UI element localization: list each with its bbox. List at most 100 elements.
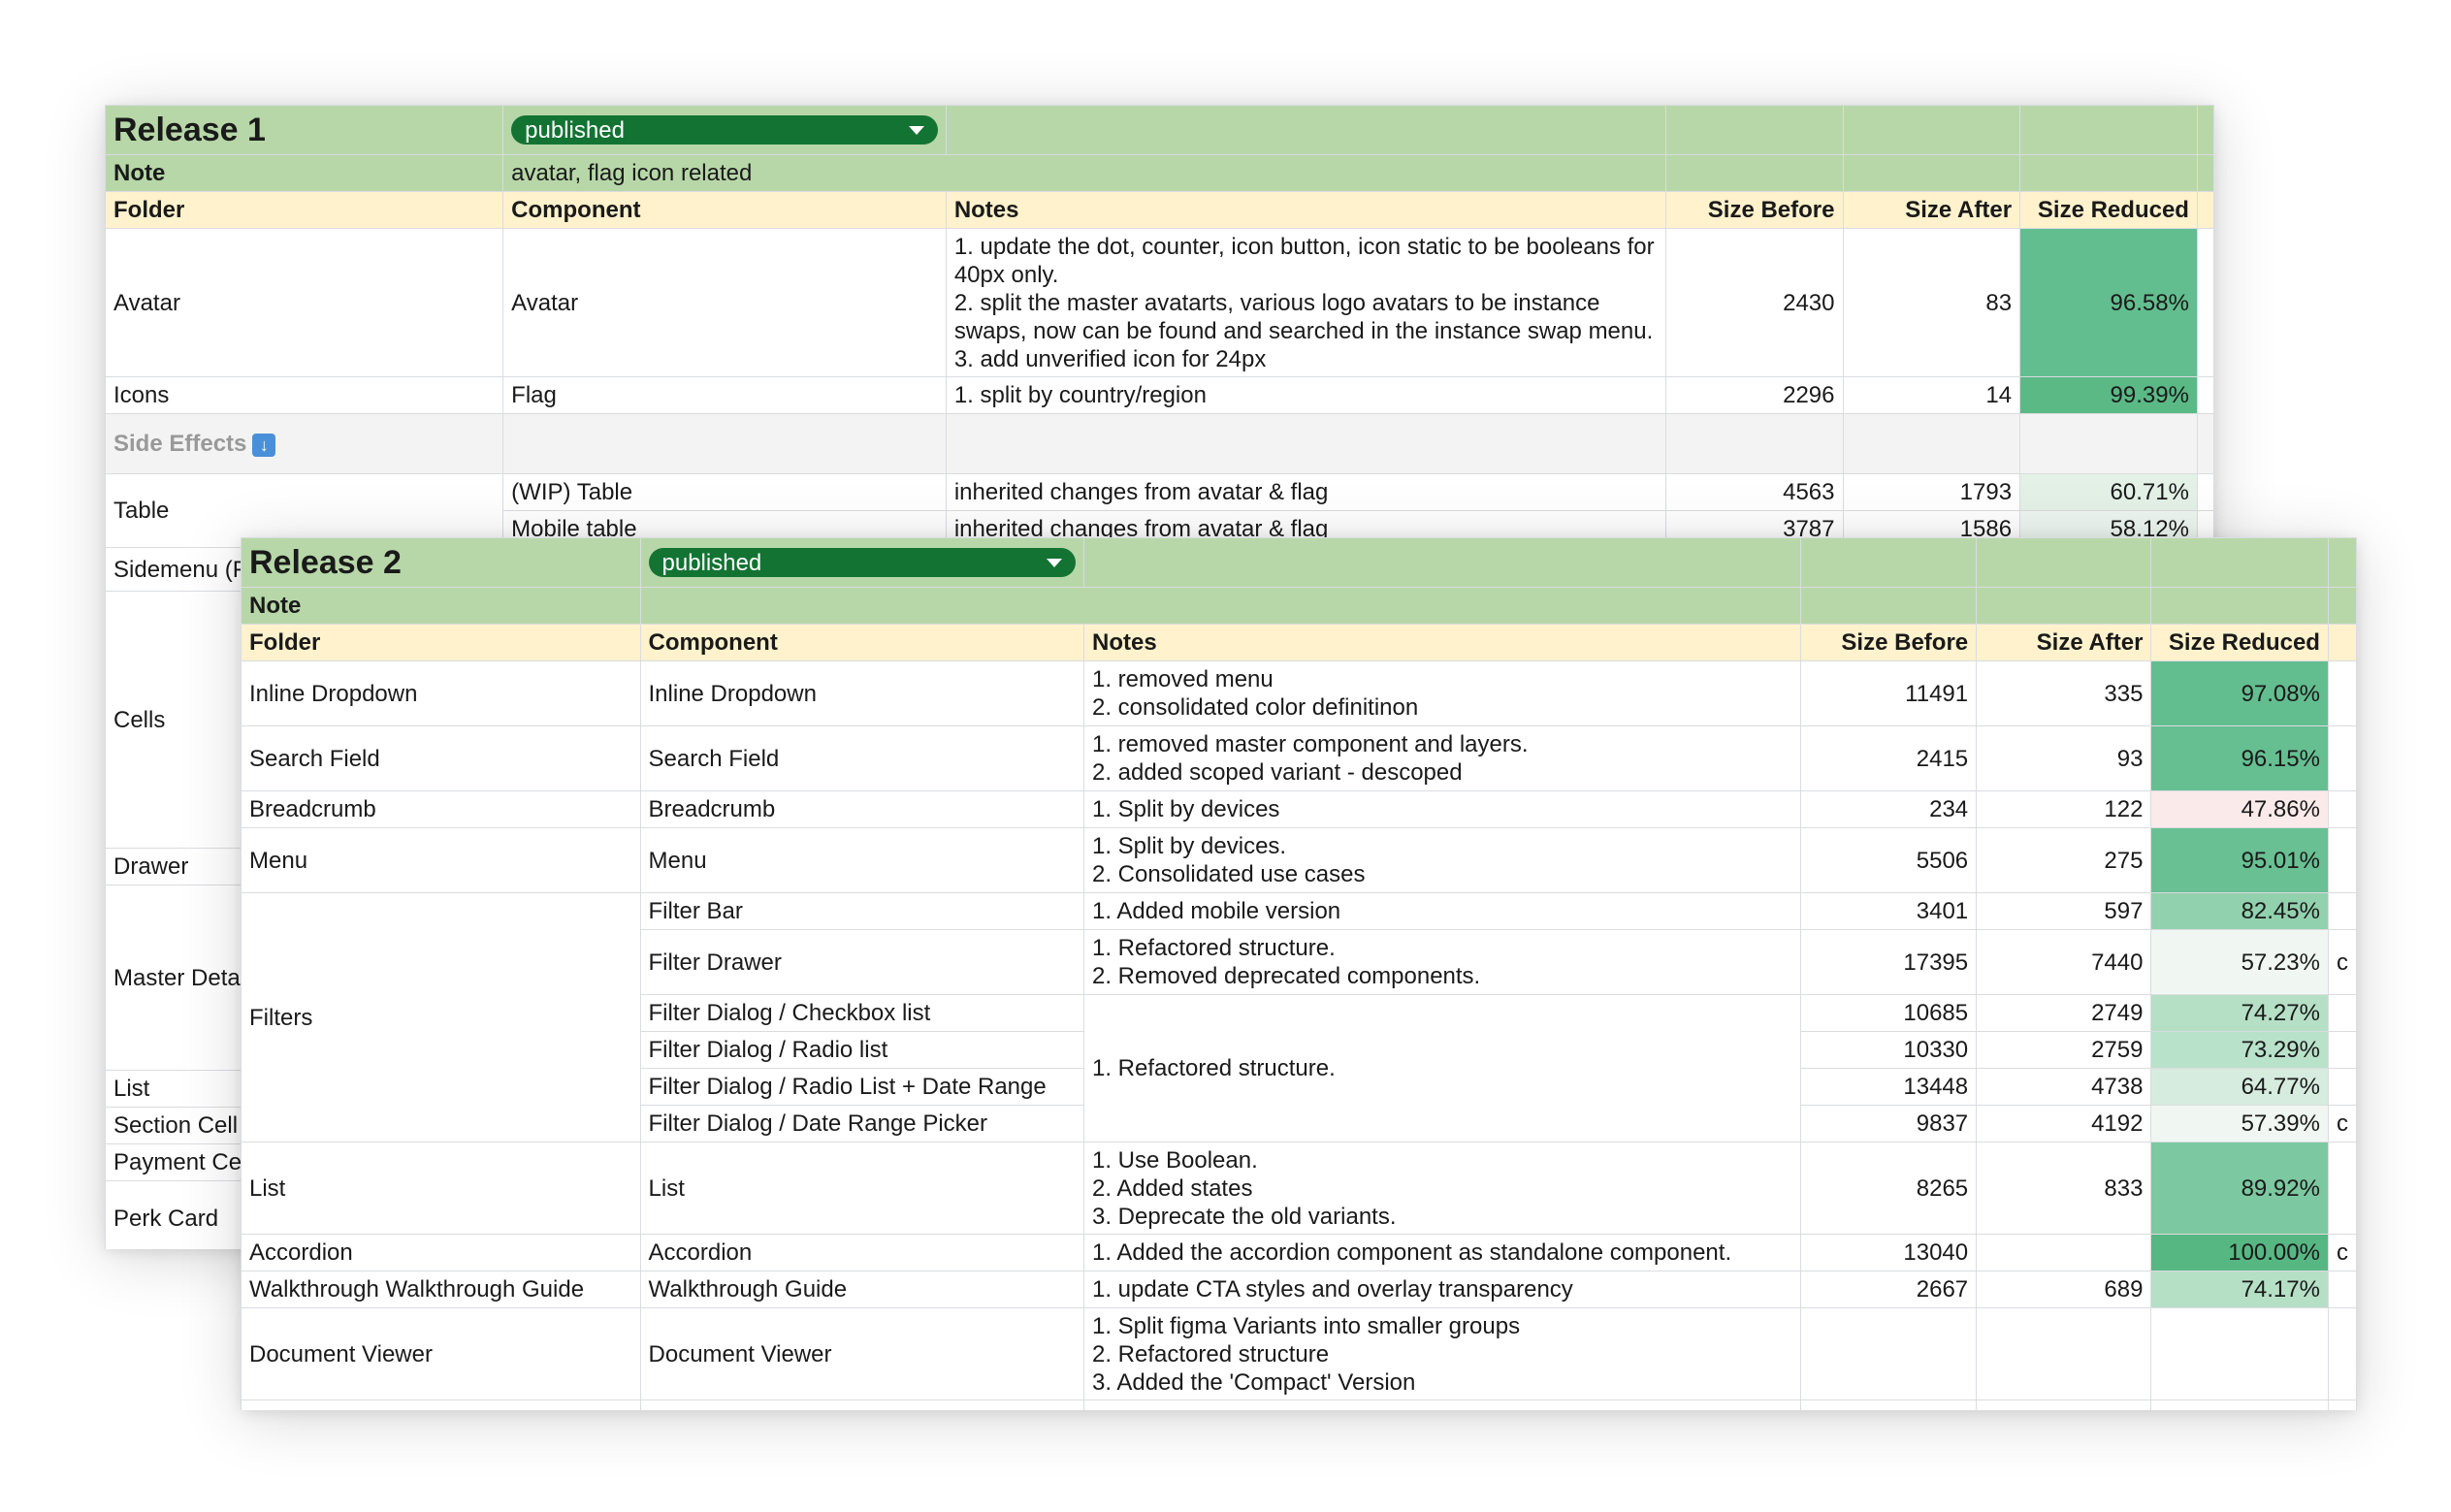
size-reduced-cell: 57.23% (2150, 929, 2329, 995)
size-after-cell: 83 (1842, 228, 2021, 377)
size-after-cell: 689 (1976, 1271, 2152, 1308)
empty-cell (2196, 191, 2214, 229)
header-notes: Notes (945, 191, 1666, 229)
cutoff-cell: c (2327, 929, 2357, 995)
release-1-title: Release 1 (105, 105, 504, 155)
size-after-cell: 14 (1842, 376, 2021, 414)
release-1-note-text: avatar, flag icon related (502, 154, 1666, 192)
empty-cell (2327, 1031, 2357, 1069)
header-folder: Folder (105, 191, 504, 229)
header-size-after: Size After (1842, 191, 2021, 229)
size-before-cell: 17395 (1799, 929, 1978, 995)
notes-cell: 1. update the dot, counter, icon button,… (945, 228, 1666, 377)
size-before-cell (1799, 1307, 1978, 1400)
folder-cell: Filters (241, 892, 641, 1142)
side-effects-row: Side Effects ↓ (105, 413, 2214, 474)
component-cell: Walkthrough Guide (639, 1271, 1084, 1308)
note-line: 40px only. (953, 261, 1059, 288)
component-cell: Filter Dialog / Radio list (639, 1031, 1084, 1069)
note-line: 1. Split figma Variants into smaller gro… (1091, 1312, 1521, 1339)
note-line: 3. Deprecate the old variants. (1091, 1203, 1397, 1230)
size-reduced-cell: 74.27% (2150, 994, 2329, 1032)
empty-cell (1664, 154, 1844, 192)
size-after-cell: 335 (1976, 660, 2152, 726)
empty-cell (2327, 1142, 2357, 1235)
header-folder: Folder (241, 624, 641, 661)
size-reduced-cell: 82.45% (2150, 892, 2329, 930)
empty-cell (1842, 413, 2021, 474)
release-2-status-dropdown[interactable]: published (648, 548, 1076, 577)
arrow-down-icon: ↓ (252, 433, 276, 457)
table-row: Search Field Search Field 1. removed mas… (241, 725, 2357, 791)
side-effects-cell[interactable]: Side Effects ↓ (105, 413, 504, 474)
empty-cell (2327, 1068, 2357, 1106)
size-reduced-cell: 64.77% (2150, 1068, 2329, 1106)
folder-cell: Breadcrumb (241, 790, 641, 828)
size-reduced-cell: 96.58% (2019, 228, 2198, 377)
note-line: 1. update the dot, counter, icon button,… (953, 233, 1655, 260)
size-before-cell: 2430 (1664, 228, 1844, 377)
notes-cell: 1. Use Boolean. 2. Added states 3. Depre… (1082, 1142, 1801, 1235)
chevron-down-icon (1046, 558, 1062, 567)
size-before-cell: 10685 (1799, 994, 1978, 1032)
size-before-cell: 8265 (1799, 1142, 1978, 1235)
header-notes: Notes (1082, 624, 1801, 661)
notes-cell: 1. split by country/region (945, 376, 1666, 414)
note-line: 2. Consolidated use cases (1091, 861, 1366, 887)
empty-cell (2327, 660, 2357, 726)
empty-cell (1842, 154, 2021, 192)
table-row: Avatar Avatar 1. update the dot, counter… (105, 228, 2214, 377)
note-line: 2. added scoped variant - descoped (1091, 759, 1463, 786)
folder-cell: Inline Dropdown (241, 660, 641, 726)
note-line: 3. add unverified icon for 24px (953, 345, 1267, 372)
empty-cell (2327, 587, 2357, 625)
size-after-cell: 7440 (1976, 929, 2152, 995)
size-reduced-cell: 73.29% (2150, 1031, 2329, 1069)
component-cell: Avatar (502, 228, 947, 377)
release-1-note-row: Note avatar, flag icon related (105, 154, 2214, 192)
size-after-cell: 4192 (1976, 1105, 2152, 1142)
size-after-cell: 93 (1976, 725, 2152, 791)
empty-cell (1082, 537, 1801, 588)
release-1-status-dropdown[interactable]: published (511, 115, 938, 145)
release-2-note-row: Note (241, 587, 2357, 625)
side-effects-label: Side Effects (113, 431, 247, 457)
folder-cell: Walkthrough Walkthrough Guide (241, 1271, 641, 1308)
empty-cell (1664, 105, 1844, 155)
table-row: Breadcrumb Breadcrumb 1. Split by device… (241, 790, 2357, 828)
empty-cell (2196, 376, 2214, 414)
size-reduced-cell: 60.71% (2019, 473, 2198, 511)
size-reduced-cell: 74.17% (2150, 1271, 2329, 1308)
empty-cell (2196, 473, 2214, 511)
empty-cell (1664, 413, 1844, 474)
release-2-header-row: Folder Component Notes Size Before Size … (241, 624, 2357, 661)
empty-cell (945, 105, 1666, 155)
note-line: 1. Refactored structure. (1091, 935, 1336, 961)
notes-cell: 1. Added mobile version (1082, 892, 1801, 930)
size-after-cell: 1793 (1842, 473, 2021, 511)
empty-cell (1799, 587, 1978, 625)
component-cell: Filter Bar (639, 892, 1084, 930)
component-cell: Inline Dropdown (639, 660, 1084, 726)
size-before-cell: 9837 (1799, 1105, 1978, 1142)
empty-cell (2196, 105, 2214, 155)
table-row: Menu Menu 1. Split by devices. 2. Consol… (241, 827, 2357, 893)
release-2-sheet: Release 2 published Note Folder Componen… (241, 537, 2357, 1410)
folder-cell: Document Viewer (241, 1307, 641, 1400)
size-before-cell: 11491 (1799, 660, 1978, 726)
component-cell: List (639, 1142, 1084, 1235)
component-cell: Flag (502, 376, 947, 414)
note-line: swaps, now can be found and searched in … (953, 317, 1654, 344)
release-2-title: Release 2 (241, 537, 641, 588)
note-line: 1. Use Boolean. (1091, 1146, 1258, 1174)
size-after-cell (1976, 1307, 2152, 1400)
notes-cell: 1. Refactored structure. 2. Removed depr… (1082, 929, 1801, 995)
release-2-title-row: Release 2 published (241, 537, 2357, 588)
release-2-note-label: Note (241, 587, 641, 625)
note-line: 3. Added the 'Compact' Version (1091, 1368, 1416, 1396)
folder-cell: Search Field (241, 725, 641, 791)
empty-cell (2019, 105, 2198, 155)
release-2-status-label: published (661, 549, 762, 576)
empty-cell (639, 1399, 1084, 1410)
empty-cell (2327, 994, 2357, 1032)
